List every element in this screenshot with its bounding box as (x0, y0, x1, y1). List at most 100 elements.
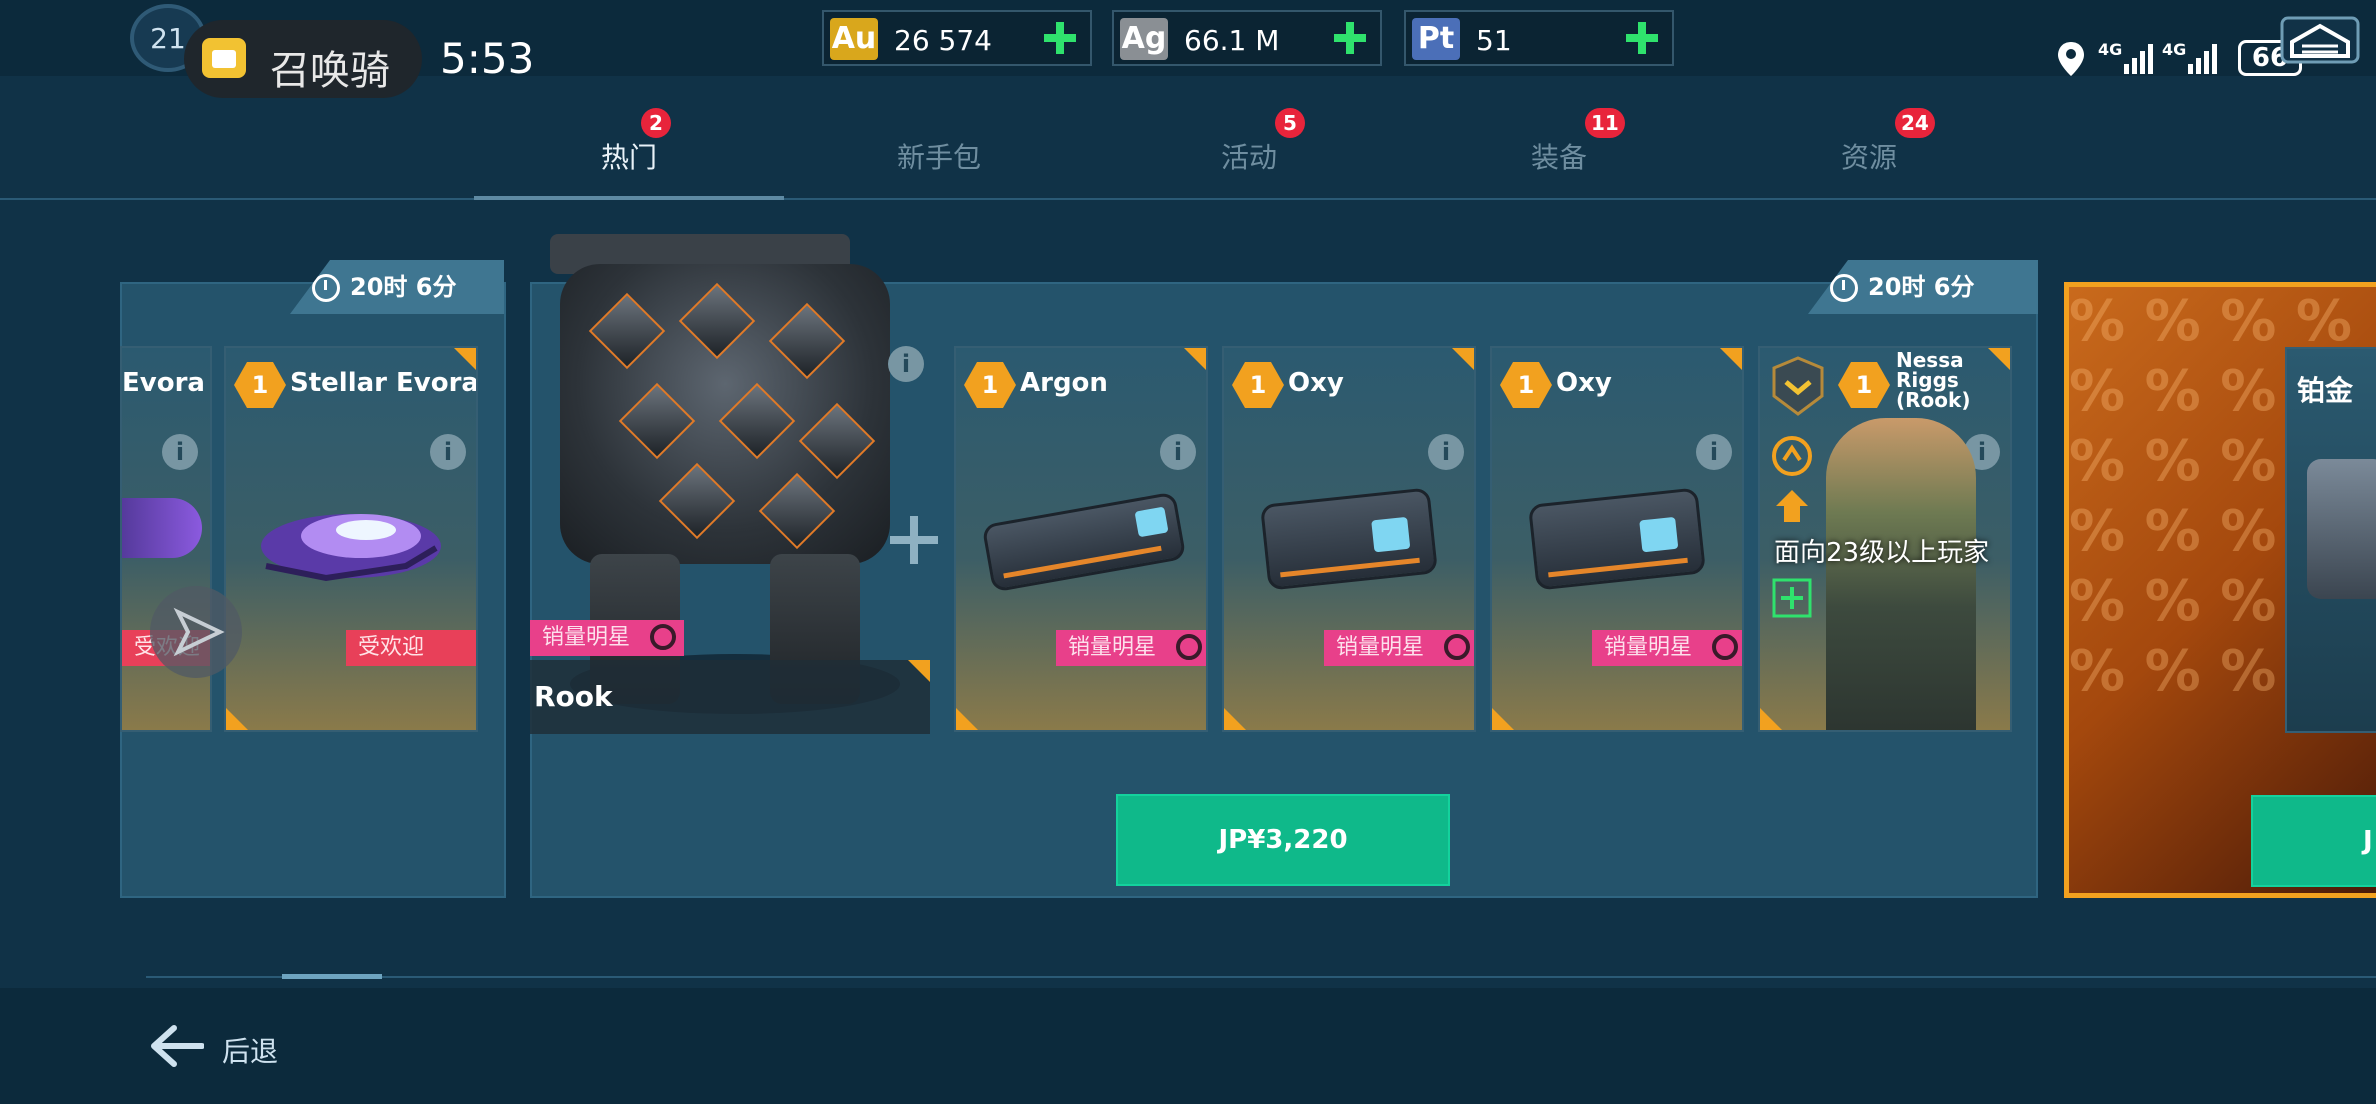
weapon-glow (1371, 516, 1411, 553)
tab-resources-label: 资源 (1840, 141, 1897, 174)
add-platinum-button[interactable] (1624, 20, 1660, 56)
card-corner-accent (908, 660, 930, 682)
pilot-portrait (1826, 418, 1976, 730)
info-icon[interactable]: i (1160, 434, 1196, 470)
skill-upgrade-icon (1772, 436, 1812, 476)
clock-icon (312, 274, 340, 302)
offer-timer-main-text: 20时 6分 (1868, 273, 1975, 301)
armor-stud (768, 302, 846, 380)
oxy-weapon-image (1527, 487, 1707, 591)
robot-info-icon[interactable]: i (888, 346, 924, 382)
card-name: Evora (122, 368, 205, 398)
buy-rook-bundle-button[interactable]: JP¥3,220 (1116, 794, 1450, 886)
currency-silver: Ag 66.1 M (1112, 10, 1382, 66)
platinum-item-image (2307, 459, 2376, 599)
mail-icon[interactable] (2280, 16, 2360, 64)
robot-name-bar: Rook (530, 660, 930, 734)
bestseller-tag-text: 销量明星 (1604, 635, 1693, 660)
tab-hot[interactable]: 热门 2 (474, 108, 784, 200)
card-corner-accent (1184, 348, 1206, 370)
armor-stud (758, 472, 836, 550)
weapon-stripe (1548, 557, 1688, 578)
card-name: Oxy (1556, 368, 1612, 398)
info-icon[interactable]: i (430, 434, 466, 470)
armor-stud (658, 462, 736, 540)
weapon-glow (1639, 516, 1679, 553)
info-icon[interactable]: i (1696, 434, 1732, 470)
gold-amount: 26 574 (894, 24, 992, 57)
bestseller-tag: 销量明星 (1056, 630, 1206, 666)
pilot-requirement-text: 面向23级以上玩家 (1774, 538, 1990, 568)
robot-bestseller-tag: 销量明星 (530, 620, 684, 656)
tab-starter-pack-label: 新手包 (896, 141, 981, 174)
assistive-touch-button[interactable] (148, 584, 244, 680)
tab-resources[interactable]: 资源 24 (1714, 108, 2024, 200)
armor-stud (678, 282, 756, 360)
back-arrow-icon (151, 1025, 204, 1067)
tab-events-badge: 5 (1274, 108, 1305, 138)
tab-events-label: 活动 (1220, 141, 1277, 174)
info-icon[interactable]: i (162, 434, 198, 470)
offer-timer-main: 20时 6分 (1808, 260, 2038, 314)
card-corner-accent (454, 348, 476, 370)
medal-icon (1176, 634, 1202, 660)
add-silver-button[interactable] (1332, 20, 1368, 56)
silver-icon: Ag (1120, 18, 1168, 60)
carousel-scroll-track[interactable] (146, 976, 2376, 978)
summon-notification[interactable]: 召唤骑 (184, 20, 422, 98)
add-skill-icon (1772, 578, 1812, 618)
robot-rook-image (530, 234, 930, 734)
tab-equipment-badge: 11 (1584, 108, 1625, 138)
popular-tag: 受欢迎 (346, 630, 476, 666)
platinum-amount: 51 (1476, 24, 1512, 57)
tab-hot-badge: 2 (640, 108, 671, 138)
tab-active-underline (474, 196, 784, 200)
signal-icon-1 (2124, 44, 2153, 74)
card-corner-accent (1224, 708, 1246, 730)
offer-card-pilot-nessa[interactable]: 1 Nessa Riggs (Rook) i 面向23级以上玩家 (1758, 346, 2012, 732)
location-icon (2058, 42, 2084, 76)
info-icon[interactable]: i (1428, 434, 1464, 470)
card-level-badge: 1 (1500, 362, 1552, 408)
skill-boost-icon (1776, 490, 1808, 522)
card-corner-accent (1452, 348, 1474, 370)
shop-bag-icon (202, 38, 246, 78)
add-gold-button[interactable] (1042, 20, 1078, 56)
carousel-scroll-thumb[interactable] (282, 974, 382, 979)
back-button[interactable]: 后退 (150, 1020, 290, 1072)
stellar-evora-image (261, 514, 441, 582)
weapon-stripe (1280, 557, 1420, 578)
offer-card-oxy-1[interactable]: 1 Oxy i 销量明星 (1222, 346, 1476, 732)
buy-platinum-button[interactable]: J (2251, 795, 2376, 887)
armor-stud (588, 292, 666, 370)
weapon-stripe (1003, 545, 1162, 579)
tab-equipment[interactable]: 装备 11 (1404, 108, 1714, 200)
offer-card-oxy-2[interactable]: 1 Oxy i 销量明星 (1490, 346, 1744, 732)
currency-gold: Au 26 574 (822, 10, 1092, 66)
bestseller-tag: 销量明星 (1324, 630, 1474, 666)
offer-card-platinum-partial[interactable]: 铂金 (2285, 347, 2376, 733)
clock-icon (1830, 274, 1858, 302)
medal-icon (650, 624, 676, 650)
tab-events[interactable]: 活动 5 (1094, 108, 1404, 200)
card-corner-accent (1720, 348, 1742, 370)
offer-timer-left: 20时 6分 (290, 260, 504, 314)
platinum-title: 铂金 (2297, 374, 2354, 407)
back-label: 后退 (222, 1035, 279, 1068)
bestseller-tag-text: 销量明星 (1336, 635, 1425, 660)
popular-tag-text: 受欢迎 (358, 635, 425, 660)
oxy-weapon-image (1259, 487, 1439, 591)
tab-starter-pack[interactable]: 新手包 (784, 136, 1094, 200)
card-level-badge: 1 (1838, 362, 1890, 408)
pilot-rank-icon (1772, 356, 1824, 416)
card-level-badge: 1 (964, 362, 1016, 408)
card-corner-accent (956, 708, 978, 730)
offer-card-stellar-evora[interactable]: 1 Stellar Evora i 受欢迎 (224, 346, 478, 732)
card-name: Argon (1020, 368, 1108, 398)
network-label-1: 4G (2098, 40, 2123, 59)
argon-weapon-image (981, 491, 1187, 593)
weapon-glow (1134, 506, 1169, 538)
gold-icon: Au (830, 18, 878, 60)
offer-card-argon[interactable]: 1 Argon i 销量明星 (954, 346, 1208, 732)
platinum-icon: Pt (1412, 18, 1460, 60)
